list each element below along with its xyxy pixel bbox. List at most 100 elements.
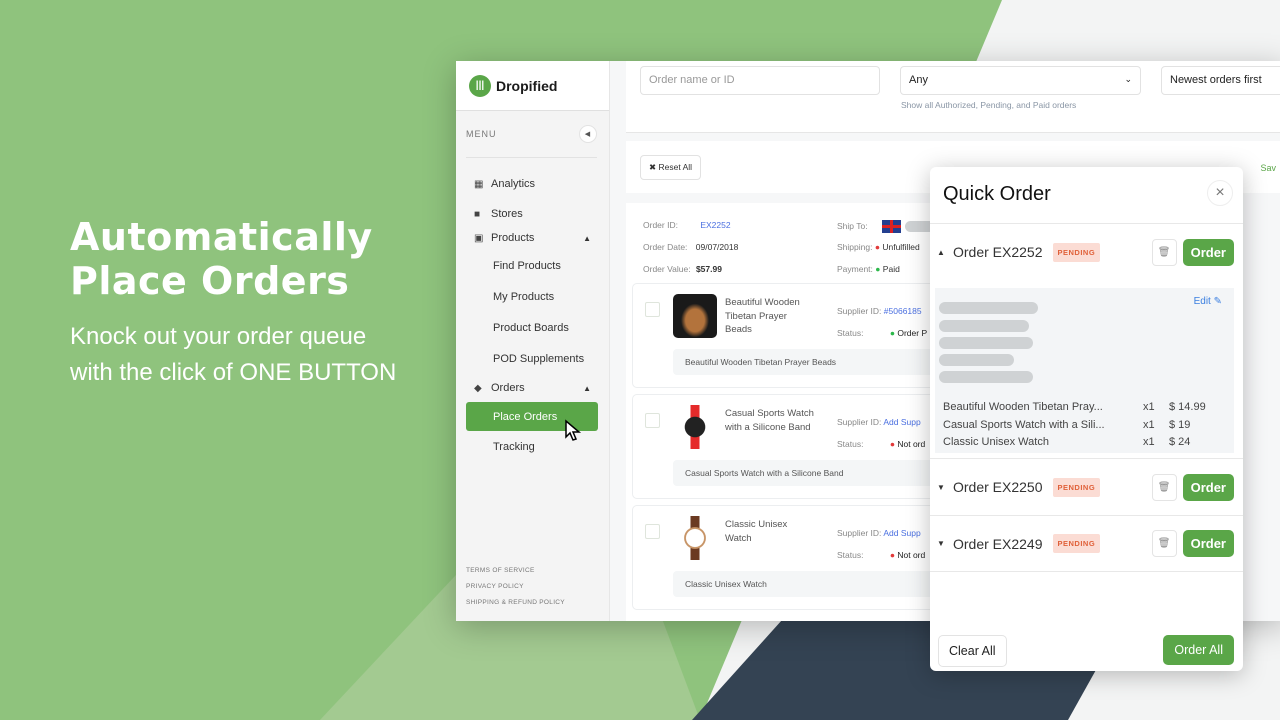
add-supplier-link[interactable]: Add Supp [883, 417, 920, 427]
order-title: Order EX2250 [953, 479, 1043, 495]
order-all-button[interactable]: Order All [1163, 635, 1234, 665]
refund-policy-link[interactable]: SHIPPING & REFUND POLICY [466, 595, 565, 611]
status-badge: PENDING [1052, 242, 1101, 262]
product-image[interactable] [673, 294, 717, 338]
caret-down-icon[interactable]: ▼ [937, 539, 953, 548]
address-placeholder [939, 337, 1033, 349]
status-badge: PENDING [1052, 534, 1101, 553]
address-placeholder [939, 320, 1029, 332]
status-badge: PENDING [1052, 477, 1101, 497]
order-title: Order EX2249 [953, 535, 1043, 552]
clear-all-button[interactable]: Clear All [938, 635, 1007, 667]
add-supplier-link[interactable]: Add Supp [883, 528, 920, 538]
chevron-down-icon: ⌄ [1124, 74, 1132, 84]
product-name[interactable]: Beautiful Wooden Tibetan Prayer Beads [725, 296, 815, 337]
product-name[interactable]: Classic Unisex Watch [725, 518, 815, 545]
product-image[interactable] [673, 516, 717, 560]
reset-label: Reset All [658, 162, 693, 172]
sidebar-nav: ▦ Analytics ■ Stores ▣ Products ▲ Find Produ… [456, 172, 609, 462]
menu-label: MENU [466, 129, 497, 139]
close-button[interactable]: × [1207, 180, 1233, 206]
sidebar-item-pod-supplements[interactable]: POD Supplements [456, 343, 609, 374]
product-image[interactable] [673, 405, 717, 449]
sidebar-item-my-products[interactable]: My Products [456, 281, 609, 312]
quick-order-row[interactable]: ▲ Order EX2252 PENDING 🗑 Order [930, 223, 1243, 280]
hero: Automatically Place Orders Knock out your… [70, 215, 396, 391]
sidebar: ||| Dropified MENU ◀ ▦ Analytics ■ Stores ▣ P… [456, 61, 610, 621]
uk-flag-icon [881, 220, 901, 233]
store-icon: ■ [474, 208, 481, 220]
payment-status: Paid [882, 264, 900, 274]
sidebar-item-analytics[interactable]: ▦ Analytics [456, 172, 609, 196]
delete-order-button[interactable]: 🗑 [1151, 530, 1177, 557]
privacy-link[interactable]: PRIVACY POLICY [466, 579, 565, 595]
mouse-cursor-icon [564, 419, 584, 448]
sidebar-item-label: Stores [491, 208, 523, 220]
item-checkbox[interactable] [645, 302, 660, 317]
hero-subtitle-line2: with the click of ONE BUTTON [70, 359, 397, 386]
supplier-link[interactable]: #5066185 [884, 306, 922, 316]
supplier-info: Supplier ID: #5066185 Status: ● Order P [837, 306, 928, 338]
panel-title: Quick Order [943, 183, 1051, 205]
line-item: Beautiful Wooden Tibetan Pray... x1 $ 14.9… [943, 401, 1206, 413]
collapse-sidebar-button[interactable]: ◀ [579, 125, 597, 143]
filters-bar: Order name or ID Any ⌄ Show all Authorize… [626, 61, 1280, 133]
sidebar-item-find-products[interactable]: Find Products [456, 250, 609, 281]
sidebar-item-products[interactable]: ▣ Products ▲ [456, 226, 609, 250]
item-status: Order P [897, 328, 928, 338]
address-placeholder [939, 302, 1038, 314]
sidebar-item-orders[interactable]: ◆ Orders ▲ [456, 374, 609, 402]
sidebar-item-stores[interactable]: ■ Stores [456, 202, 609, 226]
order-item: Classic Unisex Watch Supplier ID: Add Su… [632, 505, 952, 610]
panel-footer: Clear All Order All [930, 631, 1243, 671]
item-checkbox[interactable] [645, 413, 660, 428]
hero-subtitle-line1: Knock out your order queue [70, 323, 367, 350]
order-id-link[interactable]: EX2252 [700, 220, 730, 230]
item-checkbox[interactable] [645, 524, 660, 539]
order-id-row: Order ID: EX2252 [643, 220, 731, 230]
quick-order-row[interactable]: ▼ Order EX2249 PENDING 🗑 Order [930, 515, 1243, 572]
order-detail: Edit ✎ Beautiful Wooden Tibetan Pray... x… [935, 288, 1234, 453]
terms-link[interactable]: TERMS OF SERVICE [466, 563, 565, 579]
order-button[interactable]: Order [1182, 473, 1234, 501]
delete-order-button[interactable]: 🗑 [1151, 238, 1177, 266]
ship-to-row: Ship To: [837, 220, 935, 233]
products-icon: ▣ [474, 232, 484, 244]
box-icon: ◆ [474, 382, 482, 394]
address-placeholder [939, 354, 1014, 366]
quick-order-panel: Quick Order × ▲ Order EX2252 PENDING 🗑 Orde… [930, 167, 1243, 671]
sort-select[interactable]: Newest orders first [1161, 66, 1280, 95]
order-title: Order EX2252 [953, 244, 1043, 260]
sidebar-item-label: Products [491, 232, 535, 244]
order-card: Order ID: EX2252 Order Date: 09/07/2018 … [626, 203, 966, 621]
logo[interactable]: ||| Dropified [456, 61, 609, 111]
caret-down-icon[interactable]: ▼ [937, 483, 953, 492]
supplier-info: Supplier ID: Add Supp Status: ● Not ord [837, 528, 926, 560]
status-select[interactable]: Any ⌄ [900, 66, 1141, 95]
item-status: Not ord [897, 550, 926, 560]
brand-name: Dropified [496, 77, 558, 94]
order-button[interactable]: Order [1182, 530, 1234, 557]
logo-icon: ||| [469, 74, 491, 97]
order-date: 09/07/2018 [695, 242, 739, 252]
caret-up-icon[interactable]: ▲ [937, 248, 953, 257]
edit-link[interactable]: Edit ✎ [1194, 296, 1222, 307]
sidebar-item-tracking[interactable]: Tracking [456, 431, 609, 462]
shipping-row: Shipping: ● Unfulfilled [837, 242, 920, 252]
order-value: $57.99 [695, 264, 722, 274]
shipping-status: Unfulfilled [882, 242, 920, 252]
sidebar-item-product-boards[interactable]: Product Boards [456, 312, 609, 343]
divider [466, 157, 597, 158]
order-item: Casual Sports Watch with a Silicone Band… [632, 394, 952, 499]
order-search-input[interactable]: Order name or ID [640, 66, 880, 95]
delete-order-button[interactable]: 🗑 [1151, 473, 1177, 501]
quick-order-row[interactable]: ▼ Order EX2250 PENDING 🗑 Order [930, 458, 1243, 515]
reset-all-button[interactable]: ✖ Reset All [640, 155, 702, 180]
line-item: Casual Sports Watch with a Sili... x1 $ 19 [943, 419, 1191, 431]
status-hint: Show all Authorized, Pending, and Paid o… [901, 100, 1077, 110]
order-button[interactable]: Order [1182, 238, 1234, 266]
product-name[interactable]: Casual Sports Watch with a Silicone Band [725, 407, 815, 434]
save-link[interactable]: Sav [1260, 163, 1276, 173]
sidebar-item-label: Analytics [491, 178, 536, 190]
sidebar-footer: TERMS OF SERVICE PRIVACY POLICY SHIPPING… [466, 563, 565, 611]
